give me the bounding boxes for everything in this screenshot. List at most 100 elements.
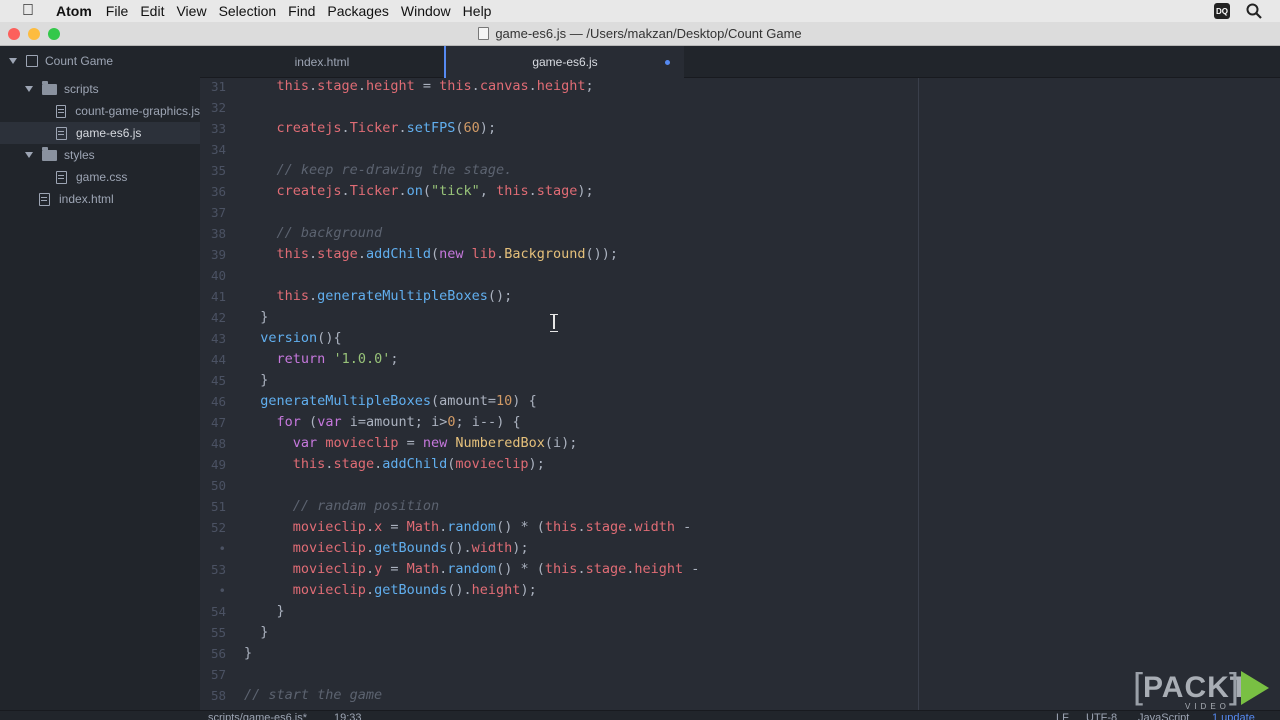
line-number[interactable]: 43 [200,328,226,349]
tree-file-game-css[interactable]: game.css [0,166,200,188]
code-line[interactable]: this.stage.addChild(movieclip); [244,454,545,475]
code-function: getBounds [374,540,448,556]
line-number[interactable]: 47 [200,412,226,433]
line-number[interactable]: 40 [200,265,226,286]
code-line[interactable]: // background [244,223,383,244]
line-number[interactable]: 46 [200,391,226,412]
close-window-button[interactable] [8,28,20,40]
menu-atom[interactable]: Atom [56,3,106,19]
modified-indicator-icon[interactable] [665,60,670,65]
line-number[interactable]: 42 [200,307,226,328]
code-line[interactable]: // keep re-drawing the stage. [244,160,513,181]
code-line[interactable]: for (var i=amount; i>0; i--) { [244,412,521,433]
line-number[interactable]: 50 [200,475,226,496]
line-number[interactable]: 57 [200,664,226,685]
line-number[interactable]: 37 [200,202,226,223]
code-line[interactable]: version(){ [244,328,341,349]
file-icon [56,170,67,184]
line-number[interactable]: • [200,580,226,601]
tab-index-html[interactable]: index.html [200,46,444,78]
minimize-window-button[interactable] [28,28,40,40]
line-number[interactable]: 52 [200,517,226,538]
code-line[interactable]: this.generateMultipleBoxes(); [244,286,513,307]
zoom-window-button[interactable] [48,28,60,40]
line-number[interactable]: 49 [200,454,226,475]
menu-view[interactable]: View [176,3,218,19]
tree-file-index-html[interactable]: index.html [0,188,200,210]
menu-edit[interactable]: Edit [140,3,176,19]
line-number[interactable]: 38 [200,223,226,244]
line-number[interactable]: • [200,538,226,559]
code-line[interactable]: this.stage.height = this.canvas.height; [244,78,594,97]
status-updates[interactable]: 1 update [1212,712,1255,720]
code-line[interactable]: movieclip.x = Math.random() * (this.stag… [244,517,692,538]
line-number[interactable]: 51 [200,496,226,517]
line-number[interactable]: 53 [200,559,226,580]
code-token: . [528,78,537,94]
line-number[interactable]: 39 [200,244,226,265]
code-line[interactable]: } [244,307,268,328]
code-line[interactable]: } [244,622,268,643]
tree-root-project[interactable]: Count Game [0,50,200,72]
apple-icon[interactable]:  [0,2,56,20]
tree-file-game-es6[interactable]: game-es6.js [0,122,200,144]
code-token: ; [569,435,578,451]
code-line[interactable]: movieclip.getBounds().height); [244,580,537,601]
code-token: . [374,456,383,472]
code-line[interactable]: return '1.0.0'; [244,349,399,370]
line-number[interactable]: 56 [200,643,226,664]
line-number-gutter[interactable]: 31 32 33 34 35 36 37 38 39 40 41 42 43 44 45 46 47 48 49 50… [200,78,234,710]
line-number[interactable]: 58 [200,685,226,706]
code-line[interactable]: // randam position [244,496,439,517]
code-token: ( [487,288,496,304]
tree-file-count-game-graphics[interactable]: count-game-graphics.js [0,100,200,122]
spotlight-search-icon[interactable] [1246,3,1262,19]
code-line[interactable]: createjs.Ticker.setFPS(60); [244,118,497,139]
line-number[interactable]: 48 [200,433,226,454]
tree-folder-scripts[interactable]: scripts [0,78,200,100]
tree-folder-styles[interactable]: styles [0,144,200,166]
code-line[interactable]: var movieclip = new NumberedBox(i); [244,433,578,454]
status-grammar[interactable]: JavaScript [1138,712,1189,720]
code-line[interactable]: createjs.Ticker.on("tick", this.stage); [244,181,594,202]
code-line[interactable]: } [244,643,252,664]
menu-help[interactable]: Help [463,3,504,19]
line-number[interactable]: 32 [200,97,226,118]
code-line[interactable]: movieclip.y = Math.random() * (this.stag… [244,559,700,580]
code-line[interactable]: } [244,370,268,391]
menu-window[interactable]: Window [401,3,463,19]
status-cursor-position[interactable]: 19:33 [334,712,362,720]
line-number[interactable]: 54 [200,601,226,622]
tab-game-es6[interactable]: game-es6.js [444,46,684,78]
code-token: ( [536,519,545,535]
line-number[interactable]: 35 [200,160,226,181]
line-number[interactable]: 55 [200,622,226,643]
line-number[interactable]: 31 [200,78,226,97]
code-token: - [488,414,497,430]
line-number[interactable]: 33 [200,118,226,139]
dq-badge-icon[interactable]: DQ [1214,3,1230,19]
menu-find[interactable]: Find [288,3,327,19]
code-token: - [479,414,489,430]
status-file-path[interactable]: scripts/game-es6.js* [208,712,307,720]
line-number[interactable]: 34 [200,139,226,160]
code-line[interactable]: this.stage.addChild(new lib.Background()… [244,244,619,265]
code-line[interactable]: } [244,601,285,622]
status-encoding[interactable]: UTF-8 [1086,712,1117,720]
code-editor[interactable]: 31 32 33 34 35 36 37 38 39 40 41 42 43 44 45 46 47 48 49 50… [200,78,1280,710]
menu-selection[interactable]: Selection [219,3,289,19]
line-number[interactable]: 41 [200,286,226,307]
code-line[interactable]: // start the game [244,685,382,706]
menu-file[interactable]: File [106,3,141,19]
code-class: NumberedBox [455,435,545,451]
menu-packages[interactable]: Packages [327,3,400,19]
code-line[interactable]: generateMultipleBoxes(amount=10) { [244,391,536,412]
code-line[interactable]: movieclip.getBounds().width); [244,538,529,559]
line-number[interactable]: 36 [200,181,226,202]
line-number[interactable]: 45 [200,370,226,391]
code-keyword: new [422,435,448,451]
line-number[interactable]: 44 [200,349,226,370]
status-line-ending[interactable]: LF [1056,712,1069,720]
code-comment: // start the game [244,687,383,703]
